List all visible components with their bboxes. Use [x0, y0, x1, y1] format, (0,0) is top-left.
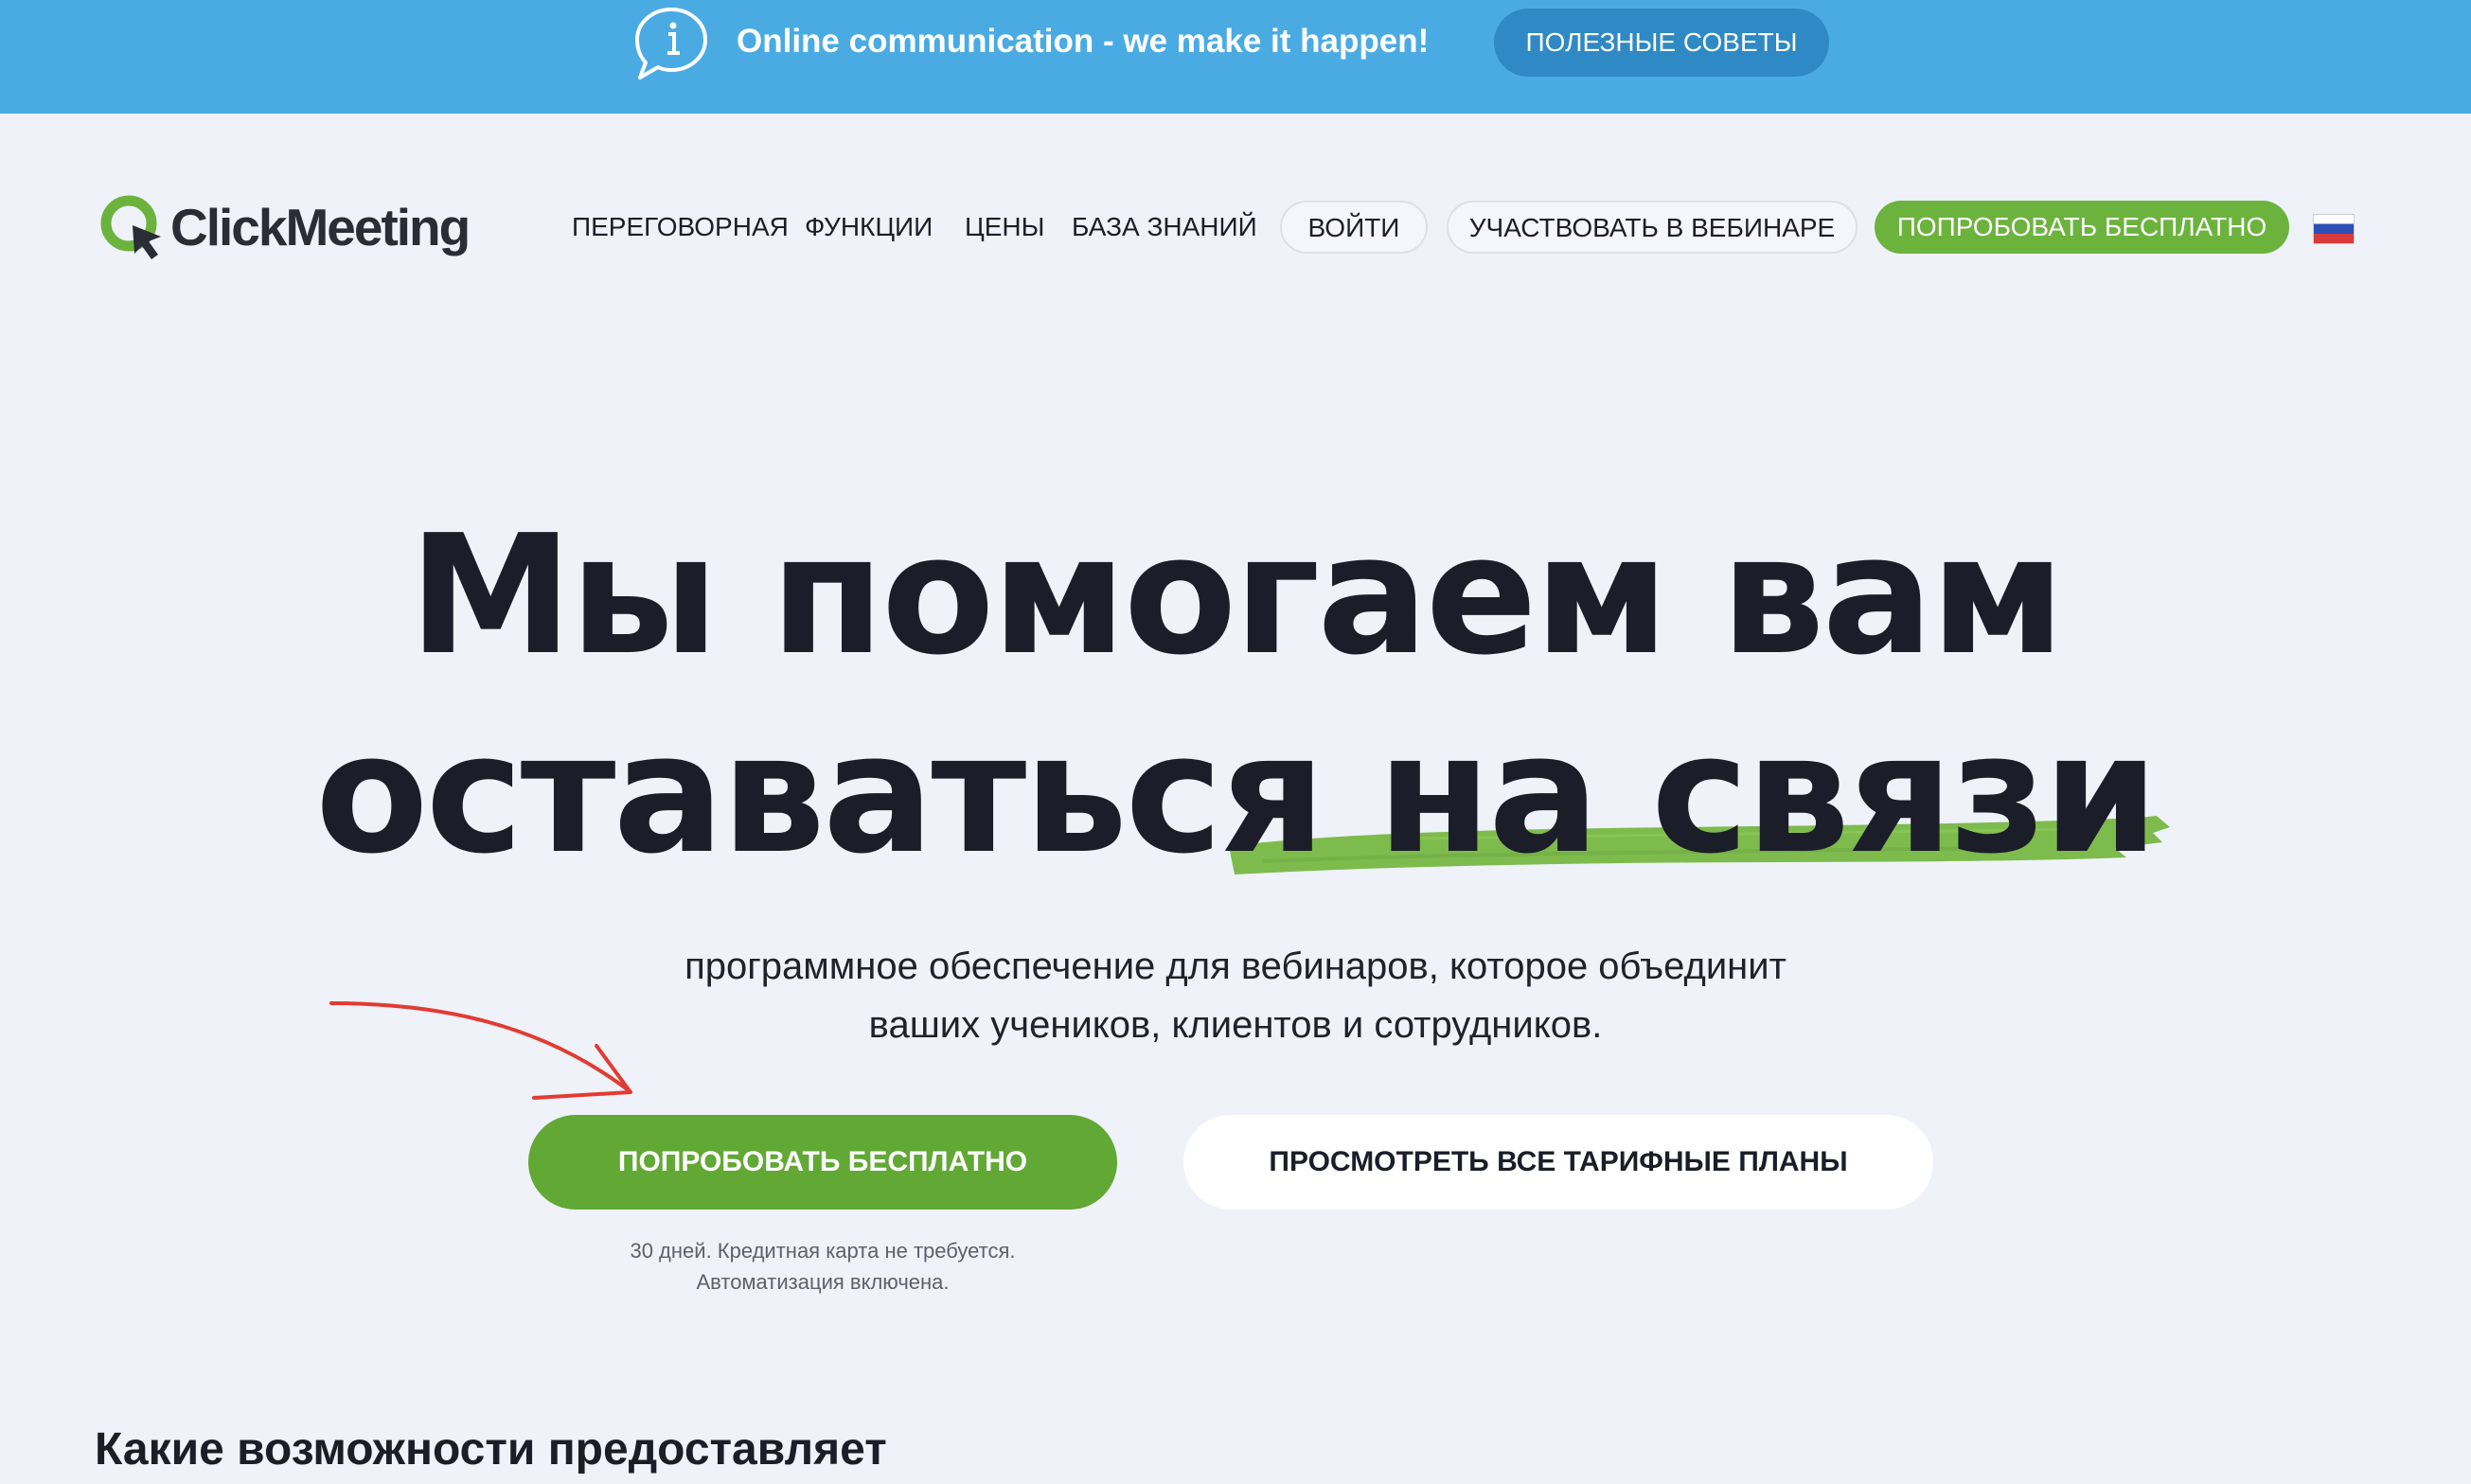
- useful-tips-button[interactable]: ПОЛЕЗНЫЕ СОВЕТЫ: [1494, 9, 1829, 77]
- trial-note-line-1: 30 дней. Кредитная карта не требуется.: [630, 1239, 1016, 1263]
- nav-meeting-room[interactable]: ПЕРЕГОВОРНАЯ: [572, 201, 789, 254]
- logo-wordmark[interactable]: ClickMeeting: [170, 189, 471, 265]
- info-chat-icon: [635, 8, 707, 80]
- view-all-plans-button[interactable]: ПРОСМОТРЕТЬ ВСЕ ТАРИФНЫЕ ПЛАНЫ: [1183, 1115, 1933, 1210]
- russia-flag-icon[interactable]: [2313, 214, 2355, 244]
- nav-features[interactable]: ФУНКЦИИ: [805, 201, 933, 254]
- trial-note: 30 дней. Кредитная карта не требуется. А…: [528, 1235, 1117, 1298]
- banner-message: Online communication - we make it happen…: [737, 23, 1430, 60]
- top-banner: Online communication - we make it happen…: [0, 0, 2471, 114]
- login-button[interactable]: ВОЙТИ: [1280, 201, 1428, 254]
- nav-pricing[interactable]: ЦЕНЫ: [965, 201, 1044, 254]
- features-section-heading: Какие возможности предоставляет: [95, 1424, 887, 1475]
- hero-title-line-2: оставаться на связи: [315, 698, 2159, 891]
- attend-webinar-button[interactable]: УЧАСТВОВАТЬ В ВЕБИНАРЕ: [1447, 201, 1858, 254]
- hero-title-line-1: Мы помогаем вам: [408, 500, 2066, 692]
- annotation-arrow-icon: [329, 1001, 632, 1100]
- trial-note-line-2: Автоматизация включена.: [696, 1270, 950, 1294]
- try-free-button[interactable]: ПОПРОБОВАТЬ БЕСПЛАТНО: [528, 1115, 1117, 1210]
- nav-knowledge-base[interactable]: БАЗА ЗНАНИЙ: [1072, 201, 1257, 254]
- header-try-free-button[interactable]: ПОПРОБОВАТЬ БЕСПЛАТНО: [1875, 201, 2289, 254]
- clickmeeting-logo-icon[interactable]: [98, 193, 167, 261]
- hero-title: Мы помогаем вам оставаться на связи: [0, 497, 2471, 894]
